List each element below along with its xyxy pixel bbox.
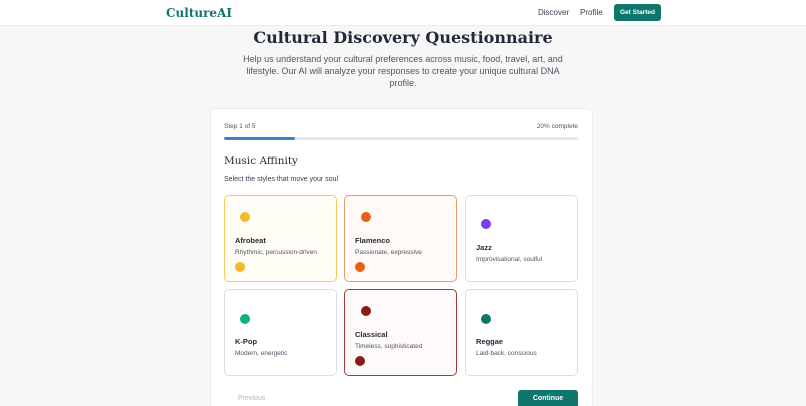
section-subtitle: Select the styles that move your soul [224, 176, 338, 183]
option-description: Rhythmic, percussion-driven [235, 249, 318, 256]
option-color-dot-icon [481, 314, 491, 324]
top-navbar: CultureAI Discover Profile Get Started [0, 0, 806, 26]
progress-bar [224, 137, 578, 140]
option-name: K-Pop [235, 337, 258, 346]
progress-percent: 20% complete [536, 123, 578, 130]
continue-button[interactable]: Continue [518, 390, 578, 406]
option-name: Classical [355, 330, 388, 339]
previous-button[interactable]: Previous [238, 395, 265, 402]
option-name: Jazz [476, 243, 492, 252]
music-option-kpop[interactable]: K-Pop Modern, energetic [224, 289, 337, 376]
selected-indicator-icon [355, 356, 365, 366]
option-description: Improvisational, soulful [476, 256, 543, 263]
option-description: Modern, energetic [235, 350, 288, 357]
option-color-dot-icon [361, 212, 371, 222]
selected-indicator-icon [355, 262, 365, 272]
selected-indicator-icon [235, 262, 245, 272]
music-option-jazz[interactable]: Jazz Improvisational, soulful [465, 195, 578, 282]
option-name: Afrobeat [235, 236, 266, 245]
option-description: Laid-back, conscious [476, 350, 537, 357]
option-name: Flamenco [355, 236, 391, 245]
option-color-dot-icon [481, 219, 491, 229]
nav-link-profile[interactable]: Profile [580, 8, 603, 17]
brand-logo[interactable]: CultureAI [166, 6, 232, 20]
progress-bar-fill [224, 137, 295, 140]
option-color-dot-icon [361, 306, 371, 316]
option-color-dot-icon [240, 314, 250, 324]
nav-link-discover[interactable]: Discover [538, 8, 569, 17]
music-option-afrobeat[interactable]: Afrobeat Rhythmic, percussion-driven [224, 195, 337, 282]
option-color-dot-icon [240, 212, 250, 222]
page-subtitle: Help us understand your cultural prefere… [243, 54, 563, 88]
section-title: Music Affinity [224, 155, 298, 167]
option-description: Timeless, sophisticated [355, 343, 423, 350]
get-started-button[interactable]: Get Started [614, 4, 661, 21]
option-name: Reggae [476, 337, 504, 346]
music-option-classical[interactable]: Classical Timeless, sophisticated [344, 289, 457, 376]
music-option-reggae[interactable]: Reggae Laid-back, conscious [465, 289, 578, 376]
option-description: Passionate, expressive [355, 249, 422, 256]
page-title: Cultural Discovery Questionnaire [253, 28, 553, 47]
music-option-flamenco[interactable]: Flamenco Passionate, expressive [344, 195, 457, 282]
step-indicator: Step 1 of 5 [224, 123, 256, 130]
